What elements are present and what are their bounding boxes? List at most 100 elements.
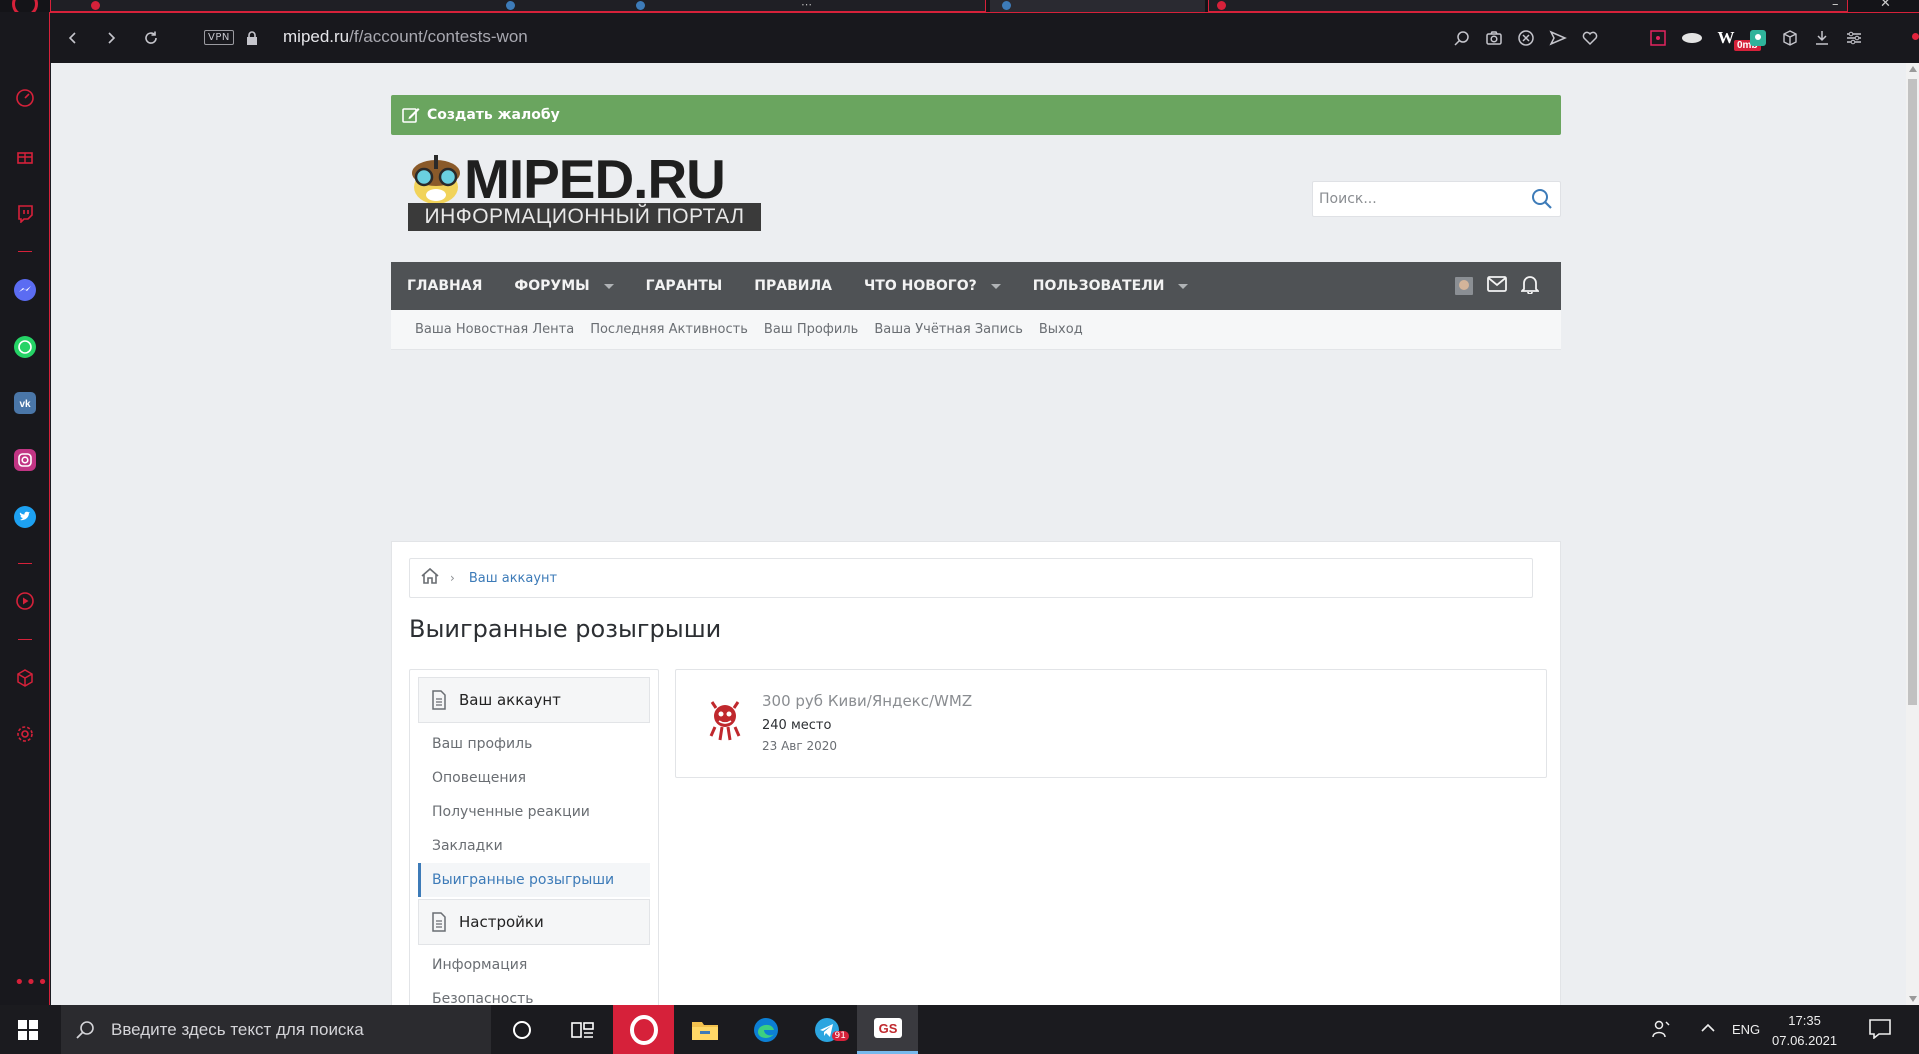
- page-title: Выигранные розыгрыши: [409, 615, 722, 643]
- user-avatar[interactable]: [1455, 277, 1473, 295]
- extensions-cube-icon[interactable]: [1778, 26, 1802, 50]
- nav-item-guarantors[interactable]: Гаранты: [630, 262, 739, 310]
- gift-icon[interactable]: [13, 144, 37, 168]
- task-view-icon[interactable]: [552, 1005, 613, 1054]
- subnav-your-account[interactable]: Ваша Учётная Запись: [874, 322, 1023, 337]
- nav-item-whats-new[interactable]: Что нового?: [848, 262, 1017, 310]
- messenger-icon[interactable]: [13, 278, 37, 302]
- settings-gear-icon[interactable]: [13, 722, 37, 746]
- sidebar-header-account: Ваш аккаунт: [418, 677, 650, 723]
- vpn-badge[interactable]: VPN: [204, 30, 234, 45]
- windows-taskbar: Введите здесь текст для поиска 91 GS ENG…: [0, 1005, 1919, 1054]
- sidebar-item-contests-won[interactable]: Выигранные розыгрыши: [418, 863, 650, 897]
- logo-subtitle: ИНФОРМАЦИОННЫЙ ПОРТАЛ: [408, 203, 761, 231]
- alerts-bell-icon[interactable]: [1519, 274, 1541, 298]
- url-field[interactable]: miped.ru/f/account/contests-won: [283, 27, 528, 47]
- snapshot-camera-icon[interactable]: [1482, 26, 1506, 50]
- forward-button[interactable]: [98, 25, 124, 51]
- subnav-latest-activity[interactable]: Последняя Активность: [590, 322, 748, 337]
- bookmark-heart-icon[interactable]: [1578, 26, 1602, 50]
- easy-setup-icon[interactable]: [1842, 26, 1866, 50]
- search-page-icon[interactable]: [1450, 26, 1474, 50]
- tab-group-1[interactable]: ⋯: [50, 0, 986, 12]
- back-button[interactable]: [60, 25, 86, 51]
- home-icon[interactable]: [420, 567, 440, 589]
- extension-teal-icon[interactable]: [1746, 26, 1770, 50]
- sidebar-more-icon[interactable]: •••: [14, 972, 49, 993]
- extension-pink-icon[interactable]: [1646, 26, 1670, 50]
- page-scrollbar[interactable]: [1906, 63, 1919, 1005]
- nav-label: Главная: [407, 278, 483, 294]
- taskbar-search-placeholder: Введите здесь текст для поиска: [111, 1019, 364, 1039]
- cortana-icon[interactable]: [491, 1005, 552, 1054]
- wikipedia-icon[interactable]: W: [1714, 26, 1738, 50]
- send-flow-icon[interactable]: [1546, 26, 1570, 50]
- sidebar-item-alerts[interactable]: Оповещения: [418, 761, 650, 795]
- ad-counter-icon[interactable]: [1680, 26, 1704, 50]
- clock-date: 07.06.2021: [1772, 1033, 1838, 1048]
- subnav-your-profile[interactable]: Ваш Профиль: [764, 322, 858, 337]
- taskbar-clock[interactable]: 17:35 07.06.2021: [1772, 1011, 1837, 1051]
- lock-icon[interactable]: [246, 30, 258, 49]
- complaint-button[interactable]: Создать жалобу: [391, 95, 1561, 135]
- taskbar-search[interactable]: Введите здесь текст для поиска: [61, 1005, 491, 1054]
- windows-start-icon[interactable]: [18, 1020, 38, 1044]
- scroll-thumb[interactable]: [1908, 79, 1917, 705]
- contest-place: 240 место: [762, 718, 832, 733]
- tray-chevron-up-icon[interactable]: [1700, 1020, 1716, 1040]
- tab-group-2[interactable]: [1208, 0, 1848, 12]
- breadcrumb-link[interactable]: Ваш аккаунт: [469, 571, 557, 586]
- taskbar-telegram-app[interactable]: 91: [796, 1005, 857, 1054]
- player-icon[interactable]: [13, 589, 37, 613]
- downloads-icon[interactable]: [1810, 26, 1834, 50]
- adblock-icon[interactable]: [1514, 26, 1538, 50]
- taskbar-edge-app[interactable]: [735, 1005, 796, 1054]
- chevron-down-icon[interactable]: [603, 283, 614, 289]
- main-nav: Главная Форумы Гаранты Правила Что новог…: [391, 262, 1561, 310]
- whatsapp-icon[interactable]: [13, 335, 37, 359]
- twitch-icon[interactable]: [13, 201, 37, 225]
- nav-item-members[interactable]: Пользователи: [1017, 262, 1205, 310]
- subnav-logout[interactable]: Выход: [1039, 322, 1083, 337]
- instagram-icon[interactable]: [13, 448, 37, 472]
- chevron-down-icon[interactable]: [1178, 283, 1189, 289]
- vk-icon[interactable]: vk: [13, 391, 37, 415]
- subnav-news-feed[interactable]: Ваша Новостная Лента: [415, 322, 574, 337]
- chevron-down-icon[interactable]: [990, 283, 1001, 289]
- tab-close-icon[interactable]: ⋯: [801, 0, 812, 11]
- tab-active[interactable]: [990, 0, 1205, 12]
- nav-item-rules[interactable]: Правила: [738, 262, 848, 310]
- notification-center-icon[interactable]: [1869, 1019, 1891, 1043]
- edit-icon: [402, 108, 420, 123]
- search-icon[interactable]: [1530, 187, 1554, 215]
- sidebar-item-your-profile[interactable]: Ваш профиль: [418, 727, 650, 761]
- sub-nav: Ваша Новостная Лента Последняя Активност…: [391, 310, 1561, 350]
- extensions-cube-icon[interactable]: [13, 666, 37, 690]
- sidebar-divider: [18, 639, 32, 640]
- minimize-icon[interactable]: –: [1832, 0, 1839, 12]
- reload-button[interactable]: [138, 25, 164, 51]
- contest-title[interactable]: 300 руб Киви/Яндекс/WMZ: [762, 692, 972, 710]
- scroll-down-icon[interactable]: [1909, 996, 1917, 1002]
- edge-icon: [753, 1017, 778, 1042]
- language-indicator[interactable]: ENG: [1732, 1005, 1760, 1054]
- taskbar-explorer-app[interactable]: [674, 1005, 735, 1054]
- inbox-envelope-icon[interactable]: [1487, 276, 1507, 296]
- sidebar-item-security[interactable]: Безопасность: [418, 982, 650, 1005]
- sidebar-divider: [18, 563, 32, 564]
- scroll-up-icon[interactable]: [1909, 66, 1917, 72]
- nav-user-tools: [1455, 274, 1561, 298]
- nav-item-forums[interactable]: Форумы: [498, 262, 629, 310]
- sidebar-item-bookmarks[interactable]: Закладки: [418, 829, 650, 863]
- taskbar-opera-app[interactable]: [613, 1005, 674, 1054]
- sidebar-item-details[interactable]: Информация: [418, 948, 650, 982]
- taskbar-gs-app[interactable]: GS: [857, 1005, 918, 1054]
- people-icon[interactable]: [1651, 1019, 1671, 1043]
- nav-item-home[interactable]: Главная: [391, 262, 498, 310]
- site-logo[interactable]: MIPED.RU ИНФОРМАЦИОННЫЙ ПОРТАЛ: [408, 151, 761, 231]
- twitter-icon[interactable]: [13, 505, 37, 529]
- search-input[interactable]: [1313, 182, 1513, 216]
- speed-dial-icon[interactable]: [13, 86, 37, 110]
- close-window-icon[interactable]: ✕: [1880, 0, 1891, 11]
- sidebar-item-reactions[interactable]: Полученные реакции: [418, 795, 650, 829]
